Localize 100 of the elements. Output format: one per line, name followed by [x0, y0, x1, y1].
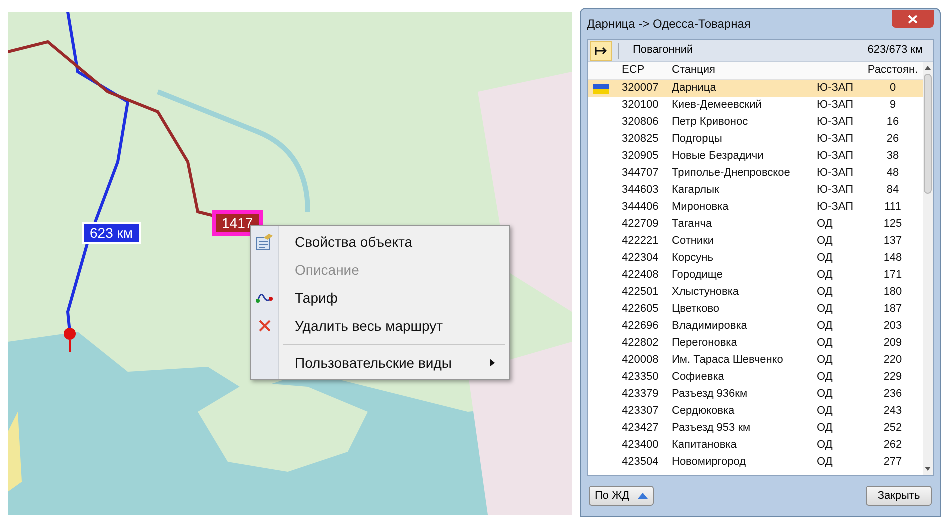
table-cell-text: 320905 [621, 149, 660, 164]
table-cell-text: 171 [882, 268, 904, 284]
table-cell-text: ОД [817, 319, 834, 334]
table-cell-text: 422605 [621, 302, 660, 318]
scroll-down-icon [925, 467, 931, 471]
table-cell-text: 209 [882, 336, 904, 352]
railway-dropdown[interactable]: По ЖД [589, 486, 654, 506]
table-row[interactable]: 320100 Киев-Демеевский Ю-ЗАП 9 [588, 97, 923, 114]
table-cell-text: Ю-ЗАП [817, 149, 855, 164]
table-cell-text: 236 [882, 387, 904, 402]
table-cell-text: ОД [817, 455, 834, 470]
column-header[interactable]: ЕСР [614, 62, 666, 79]
table-row[interactable]: 423427 Разъезд 953 км ОД 252 [588, 420, 923, 437]
table-cell-text: Триполье-Днепровское [671, 166, 792, 182]
table-cell-text: ОД [817, 285, 834, 300]
table-row[interactable]: 320825 Подгорцы Ю-ЗАП 26 [588, 131, 923, 148]
table-cell-text: ОД [817, 234, 834, 250]
table-row[interactable]: 344406 Мироновка Ю-ЗАП 111 [588, 199, 923, 216]
table-cell-text: ОД [817, 302, 834, 318]
properties-icon [256, 233, 274, 251]
table-cell-text: 420008 [621, 353, 660, 368]
table-cell-text: ОД [817, 421, 834, 436]
curve-icon [256, 291, 274, 305]
scroll-up-icon [925, 66, 931, 70]
close-window-button[interactable]: Закрыть [866, 486, 932, 506]
table-row[interactable]: 422221 Сотники ОД 137 [588, 233, 923, 250]
distance-label: 623 км [82, 222, 141, 244]
table-cell-text: ОД [817, 404, 834, 420]
table-row[interactable]: 422501 Хлыстуновка ОД 180 [588, 284, 923, 301]
table-row[interactable]: 423379 Разъезд 936км ОД 236 [588, 386, 923, 403]
table-row[interactable]: 344707 Триполье-Днепровское Ю-ЗАП 48 [588, 165, 923, 182]
table-cell-text: Капитановка [671, 438, 738, 454]
table-row[interactable]: 422709 Таганча ОД 125 [588, 216, 923, 233]
table-row[interactable]: 423400 Капитановка ОД 262 [588, 437, 923, 454]
table-cell-text: 423350 [621, 370, 660, 386]
table-cell-text: 423400 [621, 438, 660, 454]
table-cell-text: ОД [817, 336, 834, 352]
table-cell-text: 9 [888, 98, 898, 114]
column-header[interactable]: Расстоян. [863, 62, 923, 79]
table-cell-text: 26 [886, 132, 900, 148]
table-cell-text: Подгорцы [671, 132, 724, 148]
table-row[interactable]: 422304 Корсунь ОД 148 [588, 250, 923, 267]
table-row[interactable]: 423504 Новомиргород ОД 277 [588, 454, 923, 471]
table-cell-text: Сердюковка [671, 404, 736, 420]
table-cell-text: Софиевка [671, 370, 726, 386]
table-cell-text: 423427 [621, 421, 660, 436]
table-cell-text: 203 [882, 319, 904, 334]
scrollbar[interactable] [923, 62, 933, 475]
table-cell-text: Ю-ЗАП [817, 183, 855, 198]
mode-label: Повагонний [633, 43, 694, 58]
table-cell-text: 262 [882, 438, 904, 454]
table-cell-text: 422501 [621, 285, 660, 300]
table-cell-text: 344603 [621, 183, 660, 198]
table-cell-text: 16 [886, 115, 900, 130]
table-row[interactable]: 320806 Петр Кривонос Ю-ЗАП 16 [588, 114, 923, 131]
submenu-arrow-icon [490, 359, 495, 367]
direction-button[interactable] [590, 40, 612, 60]
table-cell-text: Новомиргород [671, 455, 748, 470]
table-cell-text: Мироновка [671, 200, 730, 216]
table-row[interactable]: 422408 Городище ОД 171 [588, 267, 923, 284]
table-row[interactable]: 422605 Цветково ОД 187 [588, 301, 923, 318]
table-cell-text: Ю-ЗАП [817, 81, 855, 96]
delete-icon [259, 320, 271, 332]
total-distance: 623/673 км [868, 43, 923, 58]
table-cell-text: Разъезд 936км [671, 387, 749, 402]
table-cell-text: 229 [882, 370, 904, 386]
table-row[interactable]: 344603 Кагарлык Ю-ЗАП 84 [588, 182, 923, 199]
table-cell-text: Кагарлык [671, 183, 720, 198]
table-cell-text: ОД [817, 387, 834, 402]
table-row[interactable]: 423350 Софиевка ОД 229 [588, 369, 923, 386]
table-row[interactable]: 423307 Сердюковка ОД 243 [588, 403, 923, 420]
table-cell-text: Ю-ЗАП [817, 200, 855, 216]
table-cell-text: 320806 [621, 115, 660, 130]
table-row[interactable]: 320007 Дарница Ю-ЗАП 0 [588, 80, 923, 97]
table-cell-text: Перегоновка [671, 336, 738, 352]
table-cell-text: Таганча [671, 217, 714, 232]
menu-item[interactable]: Пользовательские виды [251, 349, 509, 377]
menu-item[interactable]: Тариф [251, 284, 509, 312]
table-cell-text: Ю-ЗАП [817, 132, 855, 148]
menu-item[interactable]: Удалить весь маршрут [251, 312, 509, 340]
table-cell-text: Сотники [671, 234, 716, 250]
scrollbar-thumb[interactable] [924, 74, 932, 194]
table-row[interactable]: 422696 Владимировка ОД 203 [588, 318, 923, 335]
table-row[interactable]: 320905 Новые Безрадичи Ю-ЗАП 38 [588, 148, 923, 165]
table-cell-text: ОД [817, 251, 834, 266]
column-header[interactable]: Станция [666, 62, 817, 79]
table-cell-text: 422304 [621, 251, 660, 266]
table-row[interactable]: 422802 Перегоновка ОД 209 [588, 335, 923, 352]
window-title: Дарница -> Одесса-Товарная [587, 16, 752, 33]
table-cell-text: 125 [882, 217, 904, 232]
table-cell-text: 320825 [621, 132, 660, 148]
table-row[interactable]: 420008 Им. Тараса Шевченко ОД 220 [588, 352, 923, 369]
table-cell-text: 252 [882, 421, 904, 436]
table-cell-text: 220 [882, 353, 904, 368]
table-cell-text: 111 [884, 200, 902, 216]
table-cell-text: 423307 [621, 404, 660, 420]
close-button[interactable] [892, 10, 934, 28]
table-cell-text: Им. Тараса Шевченко [671, 353, 784, 368]
table-cell-text: Петр Кривонос [671, 115, 750, 130]
table-cell-text: Хлыстуновка [671, 285, 740, 300]
